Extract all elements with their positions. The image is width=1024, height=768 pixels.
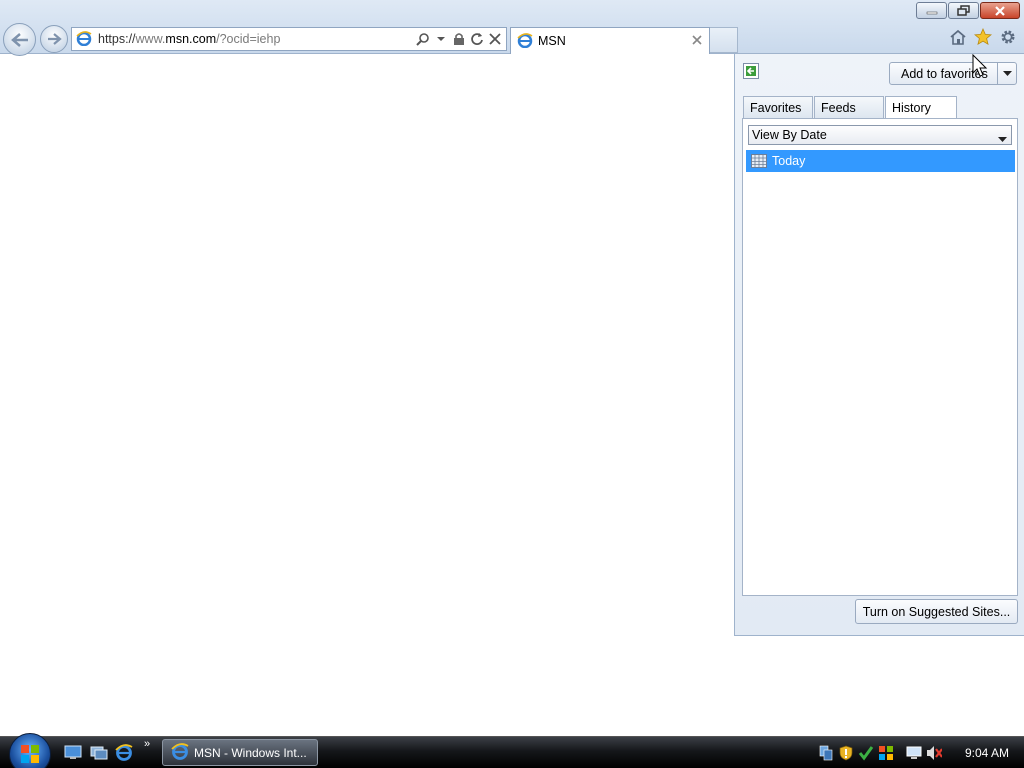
display-icon[interactable] (906, 745, 922, 761)
network-icon[interactable] (818, 745, 834, 761)
address-url[interactable]: https://www.msn.com/?ocid=iehp (98, 32, 280, 46)
turn-on-suggested-sites-button[interactable]: Turn on Suggested Sites... (855, 599, 1018, 624)
history-pane: View By Date Today (742, 118, 1018, 596)
show-desktop-icon[interactable] (63, 742, 83, 762)
favorites-center-tabs: Favorites Feeds History (743, 96, 958, 118)
history-item-label: Today (772, 154, 806, 168)
history-view-label: View By Date (752, 128, 827, 142)
favorites-center: Add to favorites Favorites Feeds History… (734, 54, 1024, 636)
restore-icon[interactable] (948, 2, 979, 19)
close-icon[interactable] (980, 2, 1020, 19)
tab-msn[interactable]: MSN (510, 27, 710, 54)
refresh-icon[interactable] (470, 31, 484, 47)
url-host: msn.com (165, 32, 217, 46)
lock-icon[interactable] (452, 31, 466, 47)
close-tab-icon[interactable] (690, 33, 704, 47)
quick-launch-more[interactable]: » (144, 738, 150, 750)
switch-windows-icon[interactable] (89, 742, 109, 762)
taskbar-button-msn[interactable]: MSN - Windows Int... (162, 739, 318, 766)
security-shield-icon[interactable] (838, 745, 854, 761)
window-controls (916, 2, 1020, 19)
url-host-prefix: www. (135, 32, 166, 46)
ie-icon (517, 32, 533, 51)
ie-icon[interactable] (114, 742, 134, 762)
update-icon[interactable] (858, 745, 874, 761)
ie-icon (171, 742, 189, 763)
chevron-down-icon (998, 132, 1007, 146)
new-tab-button[interactable] (710, 27, 738, 53)
forward-arrow-icon[interactable] (40, 25, 68, 53)
tab-favorites[interactable]: Favorites (743, 96, 813, 118)
favorites-star-icon[interactable] (973, 27, 993, 47)
address-tools (416, 31, 502, 47)
pin-favorites-center-icon[interactable] (743, 63, 759, 79)
mouse-cursor-icon (972, 53, 988, 81)
url-scheme: https:// (98, 32, 136, 46)
stop-icon[interactable] (488, 31, 502, 47)
tab-feeds[interactable]: Feeds (814, 96, 884, 118)
home-icon[interactable] (948, 27, 968, 47)
tools-gear-icon[interactable] (998, 27, 1018, 47)
search-icon[interactable] (416, 31, 430, 47)
taskbar-button-label: MSN - Windows Int... (194, 745, 307, 760)
sync-icon[interactable] (878, 745, 894, 761)
volume-muted-icon[interactable] (926, 745, 942, 761)
tab-history[interactable]: History (885, 96, 957, 118)
browser-toolbar: https://www.msn.com/?ocid=iehp MSN (0, 0, 1024, 56)
command-icons (948, 27, 1018, 47)
taskbar-clock[interactable]: 9:04 AM (965, 746, 1009, 760)
ie-icon (76, 30, 92, 49)
back-arrow-icon[interactable] (3, 23, 36, 56)
history-item-today[interactable]: Today (746, 150, 1015, 172)
calendar-icon (751, 154, 767, 168)
minimize-icon[interactable] (916, 2, 947, 19)
history-view-select[interactable]: View By Date (748, 125, 1012, 145)
url-path: /?ocid=iehp (216, 32, 281, 46)
tab-title: MSN (538, 34, 566, 48)
dropdown-icon[interactable] (434, 31, 448, 47)
address-bar[interactable]: https://www.msn.com/?ocid=iehp (71, 27, 507, 51)
start-orb-icon[interactable] (9, 733, 51, 768)
add-favorites-dropdown-icon[interactable] (997, 62, 1017, 85)
